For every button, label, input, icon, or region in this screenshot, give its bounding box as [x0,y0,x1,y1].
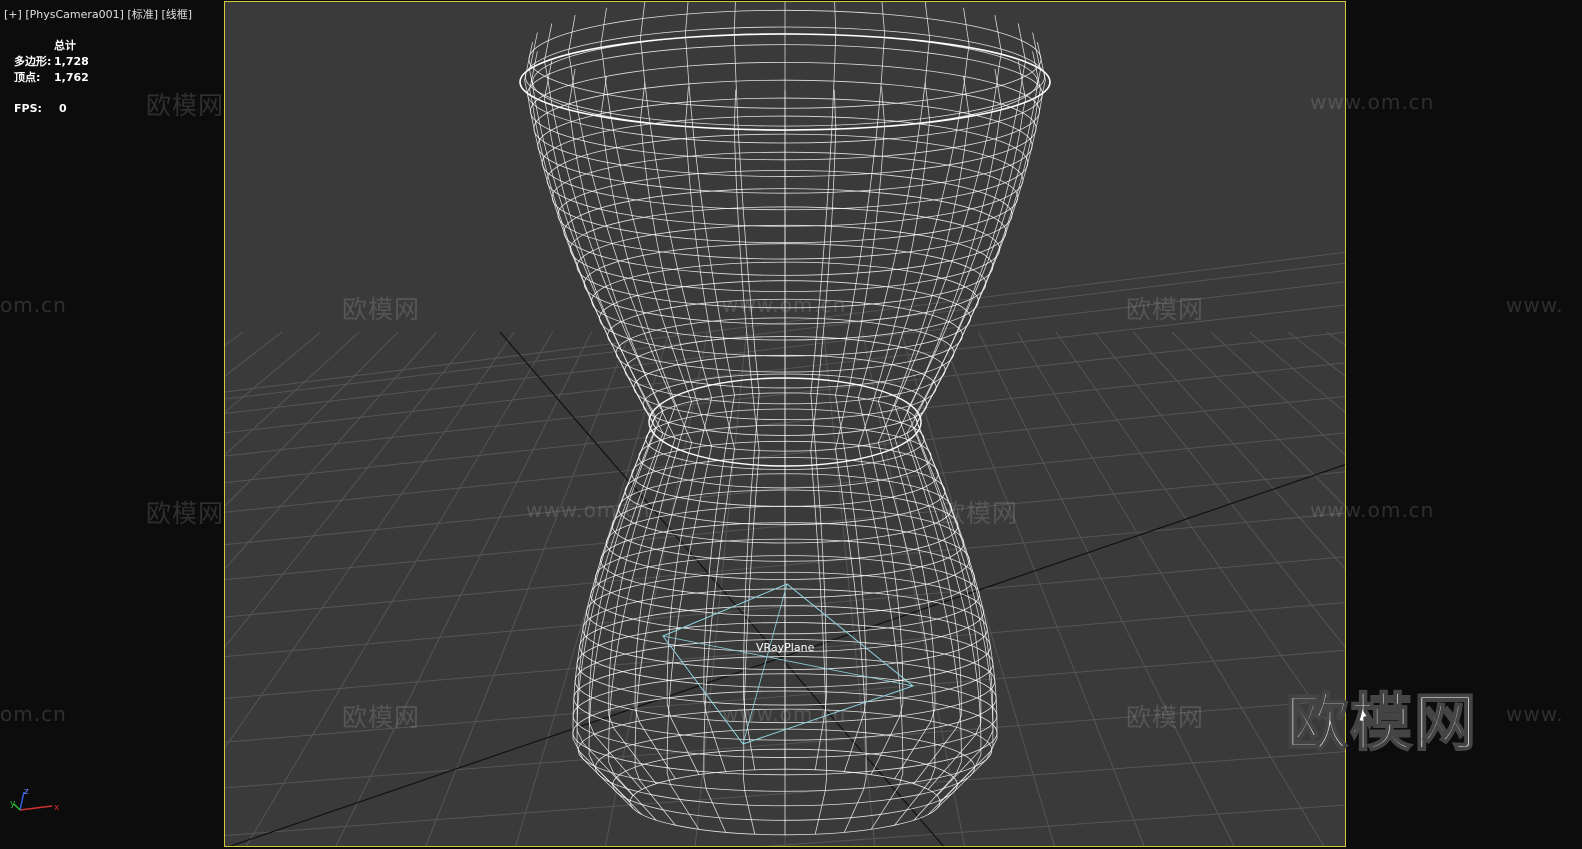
viewport-label: [+] [PhysCamera001] [标准] [线框] [4,6,192,22]
grid-line [225,331,399,507]
grid-line [823,331,876,846]
stats-total-label: 总计 [54,39,76,52]
mode-menu-button[interactable]: [标准] [127,8,158,21]
grid-line [225,331,321,413]
fps-label: FPS: [14,102,42,115]
wire-meridian [543,23,664,790]
watermark-cn: 欧模网 [146,91,225,120]
stats-vertices-row: 顶点: 1,762 [14,70,89,86]
axis-tripod-icon: x z y [10,787,60,813]
grid-line [1016,331,1325,846]
wire-meridian [529,51,656,809]
axis-x-label: x [54,803,60,813]
grid-line [225,331,515,749]
camera-menu-button[interactable]: [PhysCamera001] [25,8,124,21]
grid-line [335,331,592,846]
stats-polygons-row: 多边形: 1,728 [14,54,89,70]
grid-line [1171,331,1345,507]
watermark-cn: 欧模网 [342,703,421,732]
grid-line [694,331,747,846]
stats-fps-row: FPS: 0 [14,101,89,117]
watermark-cn: 欧模网 [146,499,225,528]
watermark-url: www.om.cn [526,498,651,522]
grid-line [225,331,283,377]
watermark-url: www.om.cn [722,702,847,726]
watermark-url: www.om.cn [1310,498,1435,522]
polygons-label: 多边形: [14,55,52,68]
wire-meridian [906,23,1027,790]
grid-line [245,331,554,846]
watermark-url: www.om.cn [1310,90,1435,114]
grid-line [1249,331,1345,413]
vertices-label: 顶点: [14,71,41,84]
axis-y-label: y [10,799,16,809]
wire-meridian [810,2,837,770]
fps-value: 0 [59,102,67,115]
polygons-value: 1,728 [54,55,89,68]
grid-line [939,331,1145,846]
grid-line [1132,331,1345,570]
watermark-url: om.cn [0,293,67,317]
watermark-url: www. [1506,702,1564,726]
watermark-cn: 欧模网 [342,295,421,324]
grid-line [1326,331,1345,346]
grid-line [1287,331,1345,377]
vertices-value: 1,762 [54,71,89,84]
watermark-cn: 欧模网 [1126,295,1205,324]
watermark-cn: 欧模网 [1126,703,1205,732]
statistics-overlay: 总计 多边形: 1,728 顶点: 1,762 FPS: 0 [14,38,89,117]
watermark-url: www. [1506,293,1564,317]
vrayplane-label[interactable]: VRayPlane [756,641,814,654]
watermark-url: www.om.cn [722,293,847,317]
watermark-url: om.cn [0,702,67,726]
watermark-cn: 欧模网 [940,499,1019,528]
shading-menu-button[interactable]: [线框] [162,8,193,21]
om-logo: 欧模网 [1285,685,1479,760]
viewport-menu-button[interactable]: [+] [4,8,22,21]
axis-z-label: z [24,787,29,797]
